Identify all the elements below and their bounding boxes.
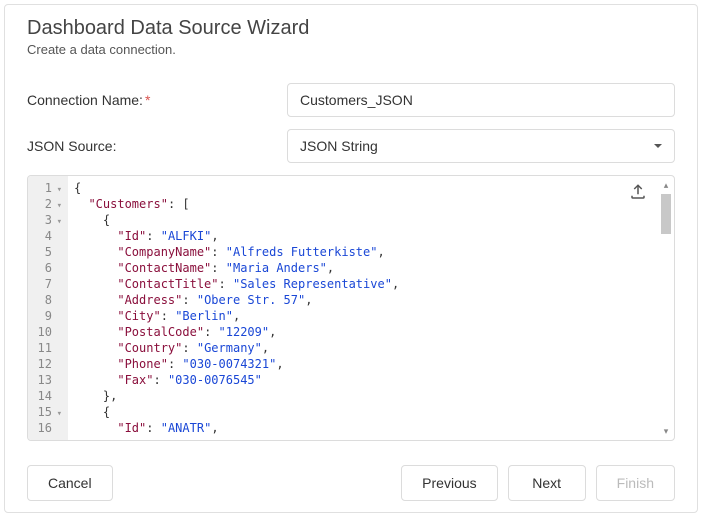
upload-icon[interactable] [628,182,648,202]
connection-name-input[interactable] [287,83,675,117]
scroll-thumb[interactable] [661,194,671,234]
scroll-up-icon[interactable]: ▴ [660,180,672,190]
json-source-row: JSON Source: JSON String [27,129,675,163]
editor-gutter: 1▾2▾3▾456789101112131415▾16 [28,176,68,440]
required-marker: * [145,92,150,108]
json-source-label: JSON Source: [27,138,287,154]
connection-name-row: Connection Name:* [27,83,675,117]
previous-button[interactable]: Previous [401,465,497,501]
scroll-down-icon[interactable]: ▾ [660,426,672,436]
wizard-subtitle: Create a data connection. [27,42,675,57]
next-button[interactable]: Next [508,465,586,501]
editor-content[interactable]: { "Customers": [ { "Id": "ALFKI", "Compa… [68,176,674,440]
connection-name-label: Connection Name:* [27,92,287,108]
json-editor[interactable]: 1▾2▾3▾456789101112131415▾16 { "Customers… [27,175,675,441]
cancel-button[interactable]: Cancel [27,465,113,501]
finish-button: Finish [596,465,675,501]
json-source-value: JSON String [300,138,378,154]
wizard-body: Connection Name:* JSON Source: JSON Stri… [5,67,697,451]
wizard-title: Dashboard Data Source Wizard [27,17,675,40]
chevron-down-icon [654,144,662,148]
wizard-header: Dashboard Data Source Wizard Create a da… [5,5,697,67]
wizard-dialog: Dashboard Data Source Wizard Create a da… [4,4,698,513]
json-source-select[interactable]: JSON String [287,129,675,163]
editor-scrollbar[interactable]: ▴ ▾ [660,180,672,436]
wizard-footer: Cancel Previous Next Finish [5,451,697,515]
